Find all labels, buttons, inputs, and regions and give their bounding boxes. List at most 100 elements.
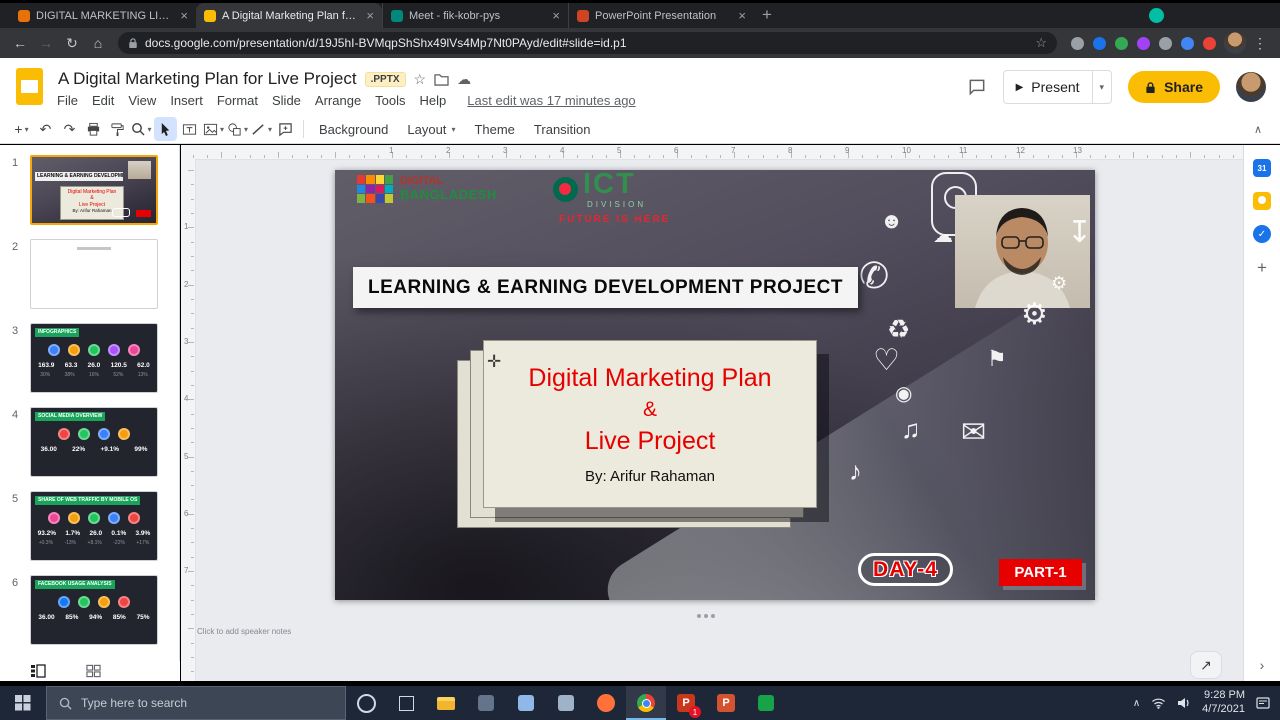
tab-close-icon[interactable]: ×	[180, 9, 188, 22]
menu-edit[interactable]: Edit	[85, 91, 121, 110]
present-dropdown-caret[interactable]: ▾	[1091, 71, 1112, 103]
menu-tools[interactable]: Tools	[368, 91, 412, 110]
layout-button[interactable]: Layout ▾	[398, 122, 464, 137]
select-tool[interactable]	[154, 117, 177, 141]
redo-button[interactable]: ↷	[58, 117, 81, 141]
tab-close-icon[interactable]: ×	[552, 9, 560, 22]
taskbar-clock[interactable]: 9:28 PM 4/7/2021	[1202, 689, 1245, 717]
taskbar-task-view-icon[interactable]	[386, 686, 426, 720]
slide-thumbnail-6[interactable]: FACEBOOK USAGE ANALYSIS 36.00 85% 94% 85% 75%	[30, 575, 158, 645]
extension-1-icon[interactable]	[1071, 36, 1084, 50]
tasks-icon[interactable]: ✓	[1253, 225, 1271, 243]
taskbar-cortana-icon[interactable]	[346, 686, 386, 720]
extension-3-icon[interactable]	[1115, 36, 1128, 50]
start-button[interactable]	[0, 686, 46, 720]
menu-file[interactable]: File	[50, 91, 85, 110]
taskbar-powerpoint-2-icon[interactable]: P	[706, 686, 746, 720]
expand-button[interactable]: ↗	[1190, 651, 1222, 679]
present-button[interactable]: ▶ Present ▾	[1002, 70, 1113, 104]
bookmark-star-icon[interactable]: ☆	[1035, 35, 1047, 51]
undo-button[interactable]: ↶	[34, 117, 57, 141]
reload-icon[interactable]: ↻	[60, 35, 84, 52]
theme-button[interactable]: Theme	[465, 122, 523, 137]
doc-title[interactable]: A Digital Marketing Plan for Live Projec…	[58, 69, 357, 89]
collapse-toolbar-icon[interactable]: ∧	[1254, 123, 1270, 136]
insert-line-button[interactable]: ▾	[250, 117, 273, 141]
grid-view-icon[interactable]	[86, 664, 101, 678]
network-icon[interactable]	[1151, 698, 1166, 709]
browser-tab[interactable]: PowerPoint Presentation ×	[568, 3, 754, 28]
tab-close-icon[interactable]: ×	[738, 9, 746, 22]
taskbar-mail-icon[interactable]	[506, 686, 546, 720]
new-slide-button[interactable]: + ▾	[10, 117, 33, 141]
cloud-status-icon[interactable]: ☁	[457, 71, 471, 88]
project-banner[interactable]: LEARNING & EARNING DEVELOPMENT PROJECT	[353, 267, 858, 308]
menu-slide[interactable]: Slide	[265, 91, 308, 110]
calendar-icon[interactable]: 31	[1253, 159, 1271, 177]
speaker-notes-placeholder[interactable]: Click to add speaker notes	[197, 627, 291, 636]
teal-status-icon[interactable]	[1149, 8, 1164, 23]
account-avatar[interactable]	[1236, 72, 1266, 102]
taskbar-search[interactable]: Type here to search	[46, 686, 346, 720]
slide-thumbnail-4[interactable]: SOCIAL MEDIA OVERVIEW 36.00 22% +9.1% 99%	[30, 407, 158, 477]
paint-format-button[interactable]	[106, 117, 129, 141]
slide-thumbnail-1[interactable]: LEARNING & EARNING DEVELOPMENT PROJECTDi…	[30, 155, 158, 225]
browser-menu-icon[interactable]: ⋮	[1248, 35, 1272, 52]
keep-icon[interactable]	[1253, 192, 1271, 210]
action-center-icon[interactable]	[1256, 697, 1270, 709]
menu-insert[interactable]: Insert	[163, 91, 210, 110]
browser-tab[interactable]: DIGITAL MARKETING LIVE PROJE ×	[10, 3, 196, 28]
forward-icon[interactable]: →	[34, 35, 58, 51]
browser-tab[interactable]: A Digital Marketing Plan for Live ×	[196, 3, 382, 28]
slides-product-icon[interactable]	[16, 68, 43, 105]
zoom-button[interactable]: ▾	[130, 117, 153, 141]
taskbar-monitor-app-icon[interactable]	[466, 686, 506, 720]
home-icon[interactable]: ⌂	[86, 35, 110, 51]
taskbar-powerpoint-icon[interactable]: P1	[666, 686, 706, 720]
insert-shape-button[interactable]: ▾	[226, 117, 249, 141]
taskbar-firefox-icon[interactable]	[586, 686, 626, 720]
menu-format[interactable]: Format	[210, 91, 265, 110]
taskbar-sharex-icon[interactable]	[746, 686, 786, 720]
hide-side-panel-icon[interactable]: ›	[1244, 657, 1280, 673]
menu-help[interactable]: Help	[413, 91, 454, 110]
insert-comment-button[interactable]	[274, 117, 297, 141]
notes-drag-handle[interactable]	[697, 614, 701, 618]
menu-view[interactable]: View	[121, 91, 163, 110]
slide-thumbnail-2[interactable]	[30, 239, 158, 309]
menu-arrange[interactable]: Arrange	[308, 91, 368, 110]
extension-4-icon[interactable]	[1137, 36, 1150, 50]
extension-6-icon[interactable]	[1181, 36, 1194, 50]
last-edit-link[interactable]: Last edit was 17 minutes ago	[467, 93, 635, 108]
filmstrip-view-icon[interactable]	[30, 664, 46, 678]
slide-thumbnail-5[interactable]: SHARE OF WEB TRAFFIC BY MOBILE OS 93.2% 1.…	[30, 491, 158, 561]
back-icon[interactable]: ←	[8, 35, 32, 51]
part-badge[interactable]: PART-1	[999, 559, 1082, 586]
volume-icon[interactable]	[1177, 697, 1191, 709]
text-box-tool[interactable]	[178, 117, 201, 141]
add-addon-icon[interactable]: +	[1257, 258, 1267, 278]
extension-5-icon[interactable]	[1159, 36, 1172, 50]
browser-profile-avatar[interactable]	[1224, 32, 1246, 54]
tray-expand-icon[interactable]: ∧	[1133, 698, 1140, 709]
extension-2-icon[interactable]	[1093, 36, 1106, 50]
background-button[interactable]: Background	[310, 122, 397, 137]
taskbar-store-icon[interactable]	[546, 686, 586, 720]
print-button[interactable]	[82, 117, 105, 141]
taskbar-chrome-icon[interactable]	[626, 686, 666, 720]
insert-image-button[interactable]: ▾	[202, 117, 225, 141]
slide-thumbnail-3[interactable]: INFOGRAPHICS 163.9 63.3 26.0 120.5 62.0 30% 38%…	[30, 323, 158, 393]
tab-close-icon[interactable]: ×	[366, 9, 374, 22]
taskbar-file-explorer-icon[interactable]	[426, 686, 466, 720]
share-button[interactable]: Share	[1128, 71, 1220, 103]
move-folder-icon[interactable]	[434, 73, 449, 86]
star-document-icon[interactable]: ☆	[414, 71, 427, 88]
new-tab-button[interactable]: +	[762, 5, 772, 25]
browser-tab[interactable]: Meet - fik-kobr-pys ×	[382, 3, 568, 28]
url-bar[interactable]: docs.google.com/presentation/d/19J5hI-BV…	[118, 32, 1057, 54]
comment-history-icon[interactable]	[967, 77, 987, 97]
day-badge[interactable]: DAY-4	[858, 553, 953, 586]
slide-editor[interactable]: DIGITAL BANGLADESH ICT DIVISION FUTURE I…	[335, 170, 1095, 600]
extension-7-icon[interactable]	[1203, 36, 1216, 50]
transition-button[interactable]: Transition	[525, 122, 600, 137]
